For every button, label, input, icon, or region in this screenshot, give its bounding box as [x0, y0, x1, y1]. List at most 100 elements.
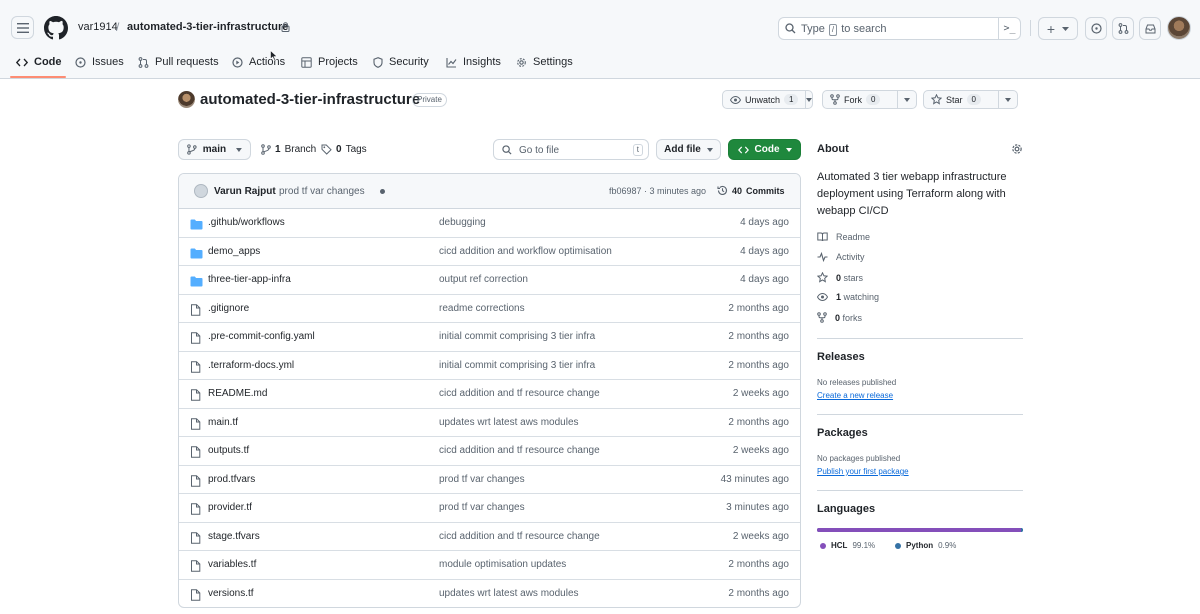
file-row[interactable]: README.md cicd addition and tf resource c…: [179, 380, 800, 409]
tags-count: 0: [336, 144, 342, 155]
commit-status-dot[interactable]: [380, 189, 385, 194]
file-commit-message[interactable]: updates wrt latest aws modules: [439, 417, 579, 428]
file-commit-message[interactable]: cicd addition and tf resource change: [439, 445, 600, 456]
file-commit-message[interactable]: prod tf var changes: [439, 474, 525, 485]
file-row[interactable]: versions.tf updates wrt latest aws module…: [179, 580, 800, 608]
activity-link[interactable]: Activity: [817, 252, 865, 262]
watch-dropdown[interactable]: [805, 91, 813, 108]
file-row[interactable]: main.tf updates wrt latest aws modules 2 m…: [179, 409, 800, 437]
file-row[interactable]: prod.tfvars prod tf var changes 43 minutes…: [179, 466, 800, 494]
file-commit-message[interactable]: module optimisation updates: [439, 559, 566, 570]
notifications-button[interactable]: [1139, 17, 1161, 40]
file-name[interactable]: .terraform-docs.yml: [208, 360, 294, 371]
file-row[interactable]: stage.tfvars cicd addition and tf resourc…: [179, 523, 800, 551]
your-pull-requests-button[interactable]: [1112, 17, 1134, 40]
file-row[interactable]: variables.tf module optimisation updates 2…: [179, 551, 800, 580]
file-row[interactable]: provider.tf prod tf var changes 3 minutes …: [179, 494, 800, 523]
tab-code[interactable]: Code: [16, 53, 62, 71]
owner-link[interactable]: var1914: [78, 21, 118, 33]
file-commit-message[interactable]: cicd addition and tf resource change: [439, 531, 600, 542]
readme-link[interactable]: Readme: [817, 232, 870, 242]
file-name[interactable]: outputs.tf: [208, 445, 249, 456]
file-list: .github/workflows debugging 4 days ago demo…: [179, 209, 800, 608]
directory-row[interactable]: .github/workflows debugging 4 days ago: [179, 209, 800, 238]
file-name[interactable]: stage.tfvars: [208, 531, 260, 542]
repo-title[interactable]: automated-3-tier-infrastructure: [200, 91, 420, 108]
file-commit-message[interactable]: output ref correction: [439, 274, 528, 285]
watch-button[interactable]: Unwatch 1: [722, 90, 813, 109]
file-commit-message[interactable]: readme corrections: [439, 303, 525, 314]
language-bar-python: [1021, 528, 1023, 532]
file-name[interactable]: main.tf: [208, 417, 238, 428]
create-release-link[interactable]: Create a new release: [817, 391, 893, 400]
file-commit-message[interactable]: updates wrt latest aws modules: [439, 588, 579, 599]
file-name[interactable]: versions.tf: [208, 588, 254, 599]
commits-history-link[interactable]: 40 Commits: [717, 185, 785, 196]
tab-settings[interactable]: Settings: [516, 53, 573, 71]
file-name[interactable]: provider.tf: [208, 502, 252, 513]
file-commit-message[interactable]: initial commit comprising 3 tier infra: [439, 360, 595, 371]
gear-icon[interactable]: [1011, 143, 1023, 155]
star-dropdown[interactable]: [998, 91, 1017, 108]
commit-author[interactable]: Varun Rajput: [214, 186, 276, 197]
watching-link[interactable]: 1 watching: [817, 292, 879, 302]
tab-label: Actions: [249, 56, 286, 68]
publish-package-link[interactable]: Publish your first package: [817, 467, 909, 476]
file-row[interactable]: .terraform-docs.yml initial commit compri…: [179, 352, 800, 380]
file-name[interactable]: variables.tf: [208, 559, 256, 570]
branch-selector[interactable]: main: [178, 139, 251, 160]
star-button[interactable]: Star 0: [923, 90, 1018, 109]
commit-hash-time[interactable]: fb06987 · 3 minutes ago: [609, 186, 706, 196]
file-name[interactable]: .pre-commit-config.yaml: [208, 331, 315, 342]
command-palette-button[interactable]: >_: [998, 18, 1020, 39]
user-avatar[interactable]: [1167, 16, 1191, 40]
file-row[interactable]: .pre-commit-config.yaml initial commit co…: [179, 323, 800, 352]
branches-link[interactable]: 1 Branch: [261, 144, 316, 155]
commit-message[interactable]: prod tf var changes: [279, 186, 365, 197]
directory-row[interactable]: demo_apps cicd addition and workflow opti…: [179, 238, 800, 266]
file-name[interactable]: prod.tfvars: [208, 474, 255, 485]
add-file-button[interactable]: Add file: [656, 139, 721, 160]
tab-issues[interactable]: Issues: [75, 53, 124, 71]
file-commit-message[interactable]: cicd addition and tf resource change: [439, 388, 600, 399]
fork-dropdown[interactable]: [897, 91, 916, 108]
packages-heading[interactable]: Packages: [817, 427, 1024, 439]
chevron-down-icon: [1062, 26, 1070, 31]
file-name[interactable]: demo_apps: [208, 246, 260, 257]
create-new-button[interactable]: +: [1038, 17, 1078, 40]
forks-link[interactable]: 0 forks: [817, 312, 862, 323]
file-name[interactable]: .gitignore: [208, 303, 249, 314]
file-commit-time: 4 days ago: [740, 217, 789, 228]
file-commit-message[interactable]: prod tf var changes: [439, 502, 525, 513]
global-search-input[interactable]: Type / to search >_: [778, 17, 1021, 40]
git-branch-icon: [261, 144, 271, 155]
file-row[interactable]: outputs.tf cicd addition and tf resource …: [179, 437, 800, 466]
commit-author-avatar[interactable]: [194, 184, 208, 198]
file-name[interactable]: .github/workflows: [208, 217, 285, 228]
fork-button[interactable]: Fork 0: [822, 90, 917, 109]
tags-link[interactable]: 0 Tags: [321, 144, 367, 155]
language-python[interactable]: Python 0.9%: [895, 541, 956, 550]
tab-projects[interactable]: Projects: [301, 53, 358, 71]
file-row[interactable]: .gitignore readme corrections 2 months ago: [179, 295, 800, 323]
file-commit-message[interactable]: initial commit comprising 3 tier infra: [439, 331, 595, 342]
language-hcl[interactable]: HCL 99.1%: [820, 541, 875, 550]
file-name[interactable]: README.md: [208, 388, 267, 399]
tab-insights[interactable]: Insights: [446, 53, 501, 71]
releases-heading[interactable]: Releases: [817, 351, 1024, 363]
repo-owner-avatar[interactable]: [178, 91, 195, 108]
stars-link[interactable]: 0 stars: [817, 272, 863, 283]
github-logo-icon[interactable]: [44, 16, 68, 40]
tab-pull-requests[interactable]: Pull requests: [138, 53, 219, 71]
tab-security[interactable]: Security: [373, 53, 429, 71]
file-name[interactable]: three-tier-app-infra: [208, 274, 291, 285]
file-commit-message[interactable]: cicd addition and workflow optimisation: [439, 246, 612, 257]
menu-button[interactable]: [11, 16, 34, 39]
code-button[interactable]: Code: [728, 139, 801, 160]
your-issues-button[interactable]: [1085, 17, 1107, 40]
repo-breadcrumb-link[interactable]: automated-3-tier-infrastructure: [127, 21, 288, 33]
directory-row[interactable]: three-tier-app-infra output ref correctio…: [179, 266, 800, 295]
file-commit-message[interactable]: debugging: [439, 217, 486, 228]
file-icon-wrapper: [190, 417, 201, 433]
go-to-file-input[interactable]: Go to file t: [493, 139, 649, 160]
